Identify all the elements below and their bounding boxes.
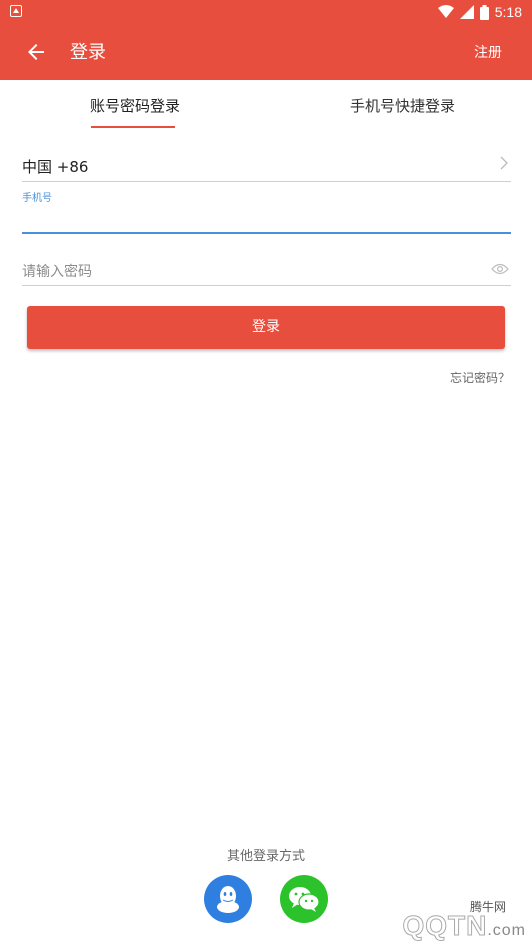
tab-account-password[interactable]: 账号密码登录 — [90, 95, 180, 116]
forgot-password-link[interactable]: 忘记密码？ — [450, 369, 510, 386]
phone-input[interactable] — [22, 232, 511, 234]
wifi-icon — [437, 5, 454, 18]
page-title: 登录 — [70, 42, 106, 63]
watermark: 腾牛网 QQTN.com — [316, 880, 526, 942]
chevron-right-icon — [500, 156, 508, 170]
status-bar: 5:18 — [0, 0, 532, 24]
login-tabs: 账号密码登录 手机号快捷登录 — [0, 80, 532, 130]
tab-phone-quick[interactable]: 手机号快捷登录 — [350, 95, 455, 116]
qq-icon — [217, 886, 239, 913]
status-icons: 5:18 — [437, 3, 522, 21]
tab-indicator — [91, 126, 175, 128]
country-code-value: 中国 +86 — [22, 158, 89, 176]
qq-login-button[interactable] — [204, 875, 252, 923]
watermark-logo-suffix: .com — [487, 922, 526, 939]
eye-icon[interactable] — [491, 263, 509, 275]
back-arrow-icon[interactable] — [24, 40, 48, 64]
signal-icon — [459, 5, 474, 19]
notification-icon — [10, 5, 22, 17]
watermark-logo-text: QQTN — [402, 910, 488, 942]
phone-field-label: 手机号 — [22, 193, 52, 204]
other-login-title: 其他登录方式 — [226, 849, 305, 864]
app-bar: 登录 注册 — [0, 24, 532, 80]
status-time: 5:18 — [494, 4, 522, 20]
battery-icon — [479, 4, 489, 20]
watermark-logo: QQTN.com — [402, 910, 526, 942]
register-button[interactable]: 注册 — [474, 42, 502, 62]
password-input[interactable]: 请输入密码 — [22, 258, 511, 286]
password-placeholder: 请输入密码 — [22, 264, 92, 280]
login-button[interactable]: 登录 — [27, 306, 505, 349]
country-code-selector[interactable]: 中国 +86 — [22, 152, 511, 182]
